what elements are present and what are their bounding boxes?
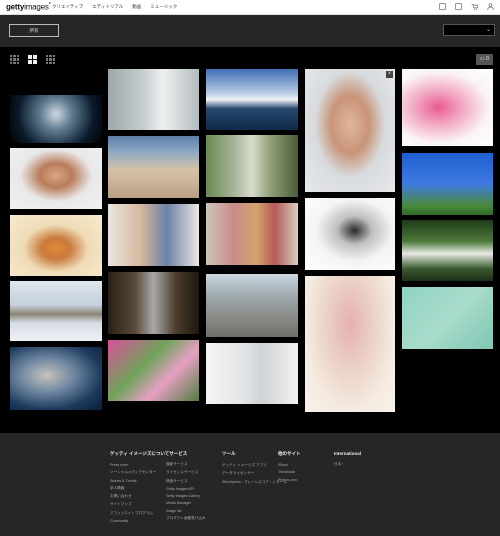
view-toggle <box>10 55 55 64</box>
photo-pink-blossom[interactable] <box>402 69 493 146</box>
header-icons <box>439 3 494 11</box>
photo-bonsai[interactable] <box>402 220 493 281</box>
photo-doctors-group[interactable] <box>206 343 298 404</box>
grid-mosaic-icon[interactable] <box>46 55 55 64</box>
footer-heading-international: International <box>334 451 362 456</box>
footer-link[interactable]: Media Manager <box>166 501 206 505</box>
logo-main-text: getty <box>6 2 25 12</box>
footer-link[interactable]: 検索サービス <box>166 479 206 484</box>
photo-girl-white-dress[interactable] <box>108 69 199 130</box>
footer-link[interactable]: Getty Images Gallery <box>166 494 206 498</box>
gettyimages-logo[interactable]: gettyimages° <box>6 2 51 12</box>
footer-link[interactable]: ライセンスサービス <box>166 470 206 475</box>
footer-col-other-sites: 他のサイト iStock Thinkstock Photos.com <box>278 451 301 485</box>
photo-three-women-shop[interactable] <box>108 136 199 198</box>
footer: ゲッティ イメージズについてサービス Press room ソーシャルメディアセ… <box>0 433 500 536</box>
logo-mark: ° <box>48 2 51 8</box>
grid-large-icon[interactable] <box>28 55 37 64</box>
cart-icon[interactable] <box>471 3 479 10</box>
footer-link-japan[interactable]: 日本 › <box>334 462 361 467</box>
photo-children-street[interactable] <box>206 274 298 337</box>
main-nav: クリエイティブ エディトリアル 動画 ミュージック <box>52 4 177 10</box>
photo-tree-blue-sky[interactable] <box>402 153 493 215</box>
user-icon[interactable] <box>487 3 494 11</box>
nav-creative[interactable]: クリエイティブ <box>52 4 83 10</box>
footer-link[interactable]: 撮影サービス <box>166 462 206 467</box>
footer-col-international: International 日本 › <box>334 451 361 470</box>
footer-col-services: 撮影サービス ライセンスサービス 検索サービス Getty Images API… <box>166 462 206 524</box>
logo-sub-text: images <box>24 2 49 12</box>
board-button[interactable]: ▭ 0 <box>476 54 493 65</box>
image-gallery: ▭ 0 × <box>0 47 500 433</box>
footer-link[interactable]: プロダクト画像受け込み <box>166 516 206 521</box>
photo-horses-snow[interactable] <box>10 281 102 341</box>
photo-girl-orange[interactable] <box>10 215 102 276</box>
photo-butterfly[interactable] <box>305 198 395 270</box>
footer-heading-other-sites: 他のサイト <box>278 451 301 456</box>
comment-icon[interactable] <box>455 3 462 10</box>
footer-link[interactable]: Image list <box>166 509 206 513</box>
close-icon[interactable]: × <box>386 71 393 78</box>
footer-link[interactable]: iStock <box>278 463 301 467</box>
photo-double-exposure-woman[interactable] <box>305 276 395 412</box>
footer-link[interactable]: Photos.com <box>278 478 301 482</box>
photo-splash-figures[interactable] <box>10 95 102 143</box>
footer-heading-about: ゲッティ イメージズについてサービス <box>110 451 188 456</box>
photo-train-interior[interactable] <box>206 135 298 197</box>
photo-craftsman-workshop[interactable] <box>108 272 199 334</box>
owned-button[interactable]: 所有 <box>9 24 59 37</box>
top-navigation-bar: gettyimages° クリエイティブ エディトリアル 動画 ミュージック <box>0 0 500 15</box>
board-count: 0 <box>486 56 489 62</box>
photo-red-branch-mint[interactable] <box>402 287 493 349</box>
board-icon[interactable] <box>439 3 446 10</box>
toolbar: 所有 ⌄ <box>0 15 500 47</box>
footer-link[interactable]: Getty Images API <box>166 487 206 491</box>
sort-dropdown[interactable]: ⌄ <box>443 24 495 36</box>
photo-boy-funny-face[interactable]: × <box>305 69 395 192</box>
photo-monkey-hotspring[interactable] <box>10 347 102 410</box>
footer-link[interactable]: Thinkstock <box>278 470 301 474</box>
nav-video[interactable]: 動画 <box>132 4 141 10</box>
chevron-down-icon: ⌄ <box>485 27 491 33</box>
photo-mount-fuji-swans[interactable] <box>206 69 298 130</box>
nav-music[interactable]: ミュージック <box>150 4 177 10</box>
grid-small-icon[interactable] <box>10 55 19 64</box>
comment-icon: ▭ <box>480 56 485 62</box>
nav-editorial[interactable]: エディトリアル <box>92 4 123 10</box>
photo-grandmother-girl[interactable] <box>108 204 199 266</box>
photo-kimono-women[interactable] <box>206 203 298 265</box>
photo-pink-flowers-river[interactable] <box>108 340 199 401</box>
photo-crying-child[interactable] <box>10 148 102 209</box>
